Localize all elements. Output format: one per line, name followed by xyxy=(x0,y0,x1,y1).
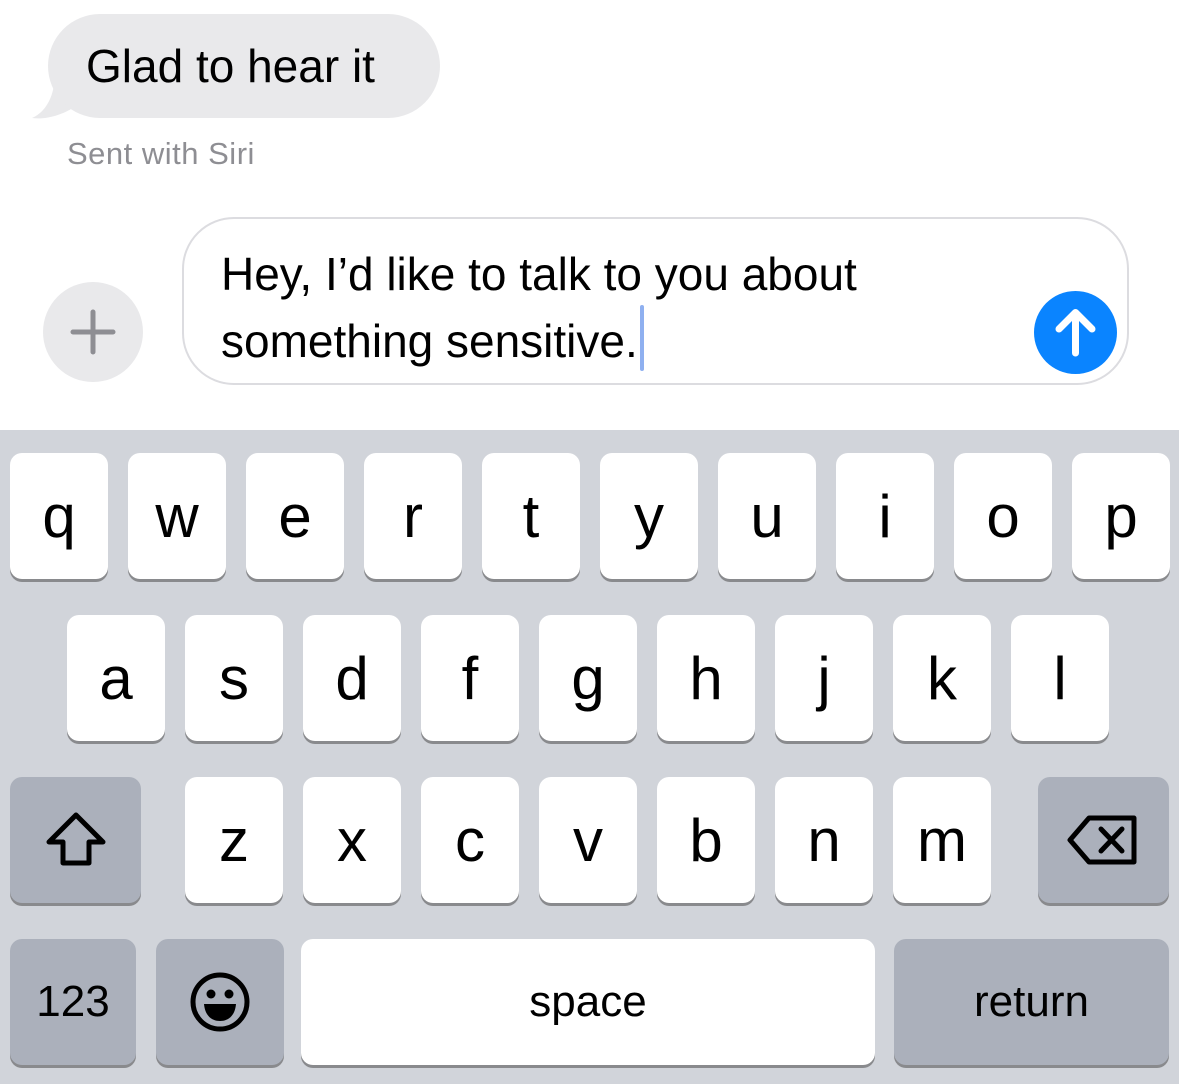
key-label: o xyxy=(986,482,1020,550)
key-b[interactable]: b xyxy=(657,777,755,903)
space-key[interactable]: space xyxy=(301,939,875,1065)
key-label: q xyxy=(42,482,76,550)
key-label: n xyxy=(807,806,841,874)
delete-icon xyxy=(1067,815,1136,865)
text-cursor xyxy=(639,305,644,371)
key-label: x xyxy=(337,806,367,874)
key-label: c xyxy=(455,806,485,874)
key-h[interactable]: h xyxy=(657,615,755,741)
key-label: g xyxy=(571,644,605,712)
key-label: w xyxy=(155,482,199,550)
shift-icon xyxy=(46,812,105,866)
key-e[interactable]: e xyxy=(246,453,344,579)
key-p[interactable]: p xyxy=(1072,453,1170,579)
key-label: j xyxy=(817,644,831,712)
key-label: r xyxy=(403,482,423,550)
key-n[interactable]: n xyxy=(775,777,873,903)
key-label: t xyxy=(522,482,540,550)
key-s[interactable]: s xyxy=(185,615,283,741)
key-label: space xyxy=(529,977,647,1026)
key-label: f xyxy=(461,644,479,712)
numbers-key[interactable]: 123 xyxy=(10,939,136,1065)
key-l[interactable]: l xyxy=(1011,615,1109,741)
sent-with-siri-caption: Sent with Siri xyxy=(67,136,255,171)
received-message-bubble: Glad to hear it xyxy=(48,14,440,118)
emoji-key[interactable] xyxy=(156,939,284,1065)
key-j[interactable]: j xyxy=(775,615,873,741)
message-text[interactable]: Hey, I’d like to talk to you about someth… xyxy=(221,244,1021,372)
key-g[interactable]: g xyxy=(539,615,637,741)
key-label: m xyxy=(917,806,967,874)
key-o[interactable]: o xyxy=(954,453,1052,579)
key-label: a xyxy=(99,644,133,712)
key-label: u xyxy=(750,482,784,550)
delete-key[interactable] xyxy=(1038,777,1169,903)
key-label: b xyxy=(689,806,723,874)
key-y[interactable]: y xyxy=(600,453,698,579)
key-label: z xyxy=(219,806,249,874)
key-f[interactable]: f xyxy=(421,615,519,741)
plus-icon xyxy=(70,309,116,355)
key-m[interactable]: m xyxy=(893,777,991,903)
key-z[interactable]: z xyxy=(185,777,283,903)
key-label: i xyxy=(878,482,892,550)
key-x[interactable]: x xyxy=(303,777,401,903)
key-w[interactable]: w xyxy=(128,453,226,579)
key-label: l xyxy=(1053,644,1067,712)
key-label: d xyxy=(335,644,369,712)
key-v[interactable]: v xyxy=(539,777,637,903)
key-i[interactable]: i xyxy=(836,453,934,579)
add-attachment-button[interactable] xyxy=(43,282,143,382)
key-q[interactable]: q xyxy=(10,453,108,579)
shift-key[interactable] xyxy=(10,777,141,903)
key-label: k xyxy=(927,644,957,712)
key-d[interactable]: d xyxy=(303,615,401,741)
arrow-up-icon xyxy=(1055,309,1096,357)
key-label: y xyxy=(634,482,664,550)
key-label: s xyxy=(219,644,249,712)
key-t[interactable]: t xyxy=(482,453,580,579)
key-label: e xyxy=(278,482,312,550)
return-key[interactable]: return xyxy=(894,939,1169,1065)
key-r[interactable]: r xyxy=(364,453,462,579)
key-label: v xyxy=(573,806,603,874)
key-label: 123 xyxy=(36,977,110,1026)
key-c[interactable]: c xyxy=(421,777,519,903)
key-a[interactable]: a xyxy=(67,615,165,741)
send-button[interactable] xyxy=(1034,291,1117,374)
key-label: h xyxy=(689,644,723,712)
key-u[interactable]: u xyxy=(718,453,816,579)
emoji-icon xyxy=(190,972,250,1032)
key-label: p xyxy=(1104,482,1138,550)
key-label: return xyxy=(974,977,1089,1026)
key-k[interactable]: k xyxy=(893,615,991,741)
